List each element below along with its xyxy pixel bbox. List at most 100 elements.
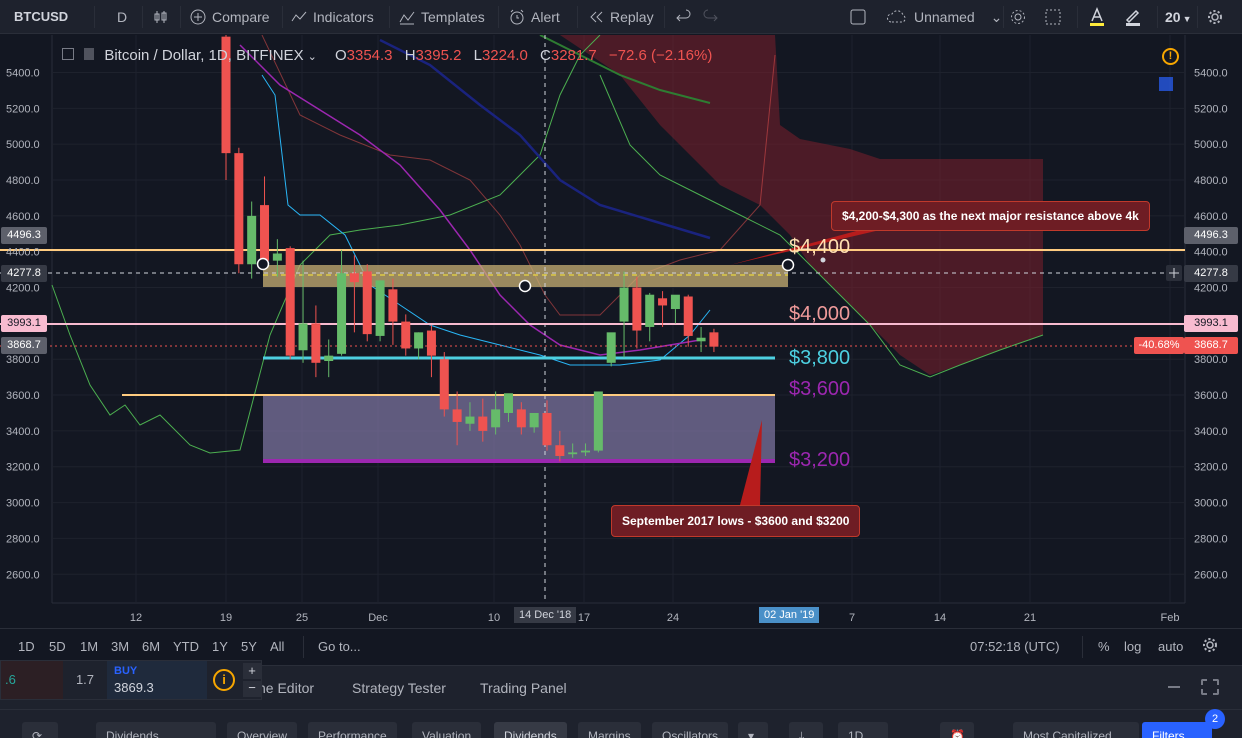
y-tick-label-right: 3600.0 bbox=[1194, 390, 1228, 402]
more-tabs-button[interactable]: ▾ bbox=[738, 722, 768, 738]
tab-performance[interactable]: Performance bbox=[308, 722, 397, 738]
tab-strategy-tester[interactable]: Strategy Tester bbox=[352, 680, 446, 696]
minus-icon[interactable]: − bbox=[243, 681, 261, 697]
select-area-icon bbox=[1045, 9, 1061, 25]
minimize-icon[interactable] bbox=[1168, 686, 1180, 688]
sell-value[interactable]: .6 bbox=[1, 661, 63, 699]
caret-down-icon: ▾ bbox=[748, 729, 755, 738]
dividends-select[interactable]: Dividends bbox=[96, 722, 216, 738]
range-1y[interactable]: 1Y bbox=[212, 639, 228, 654]
chart-area[interactable]: 5400.0 5200.0 5000.0 4800.0 4600.0 4400.0 4200… bbox=[0, 35, 1242, 627]
buy-price: 3869.3 bbox=[114, 680, 154, 695]
plus-icon[interactable]: + bbox=[243, 663, 261, 679]
auto-toggle[interactable]: auto bbox=[1158, 639, 1183, 654]
crosshair-plus-button[interactable] bbox=[1166, 265, 1182, 281]
label-4000[interactable]: $4,000 bbox=[789, 303, 850, 326]
tab-dividends[interactable]: Dividends bbox=[494, 722, 567, 738]
gear-icon[interactable] bbox=[1202, 637, 1218, 656]
alert-label: Alert bbox=[531, 9, 560, 25]
filters-label: Filters bbox=[1152, 729, 1185, 738]
open-label: O bbox=[334, 47, 347, 64]
conversion-line bbox=[261, 74, 711, 366]
candle-body bbox=[516, 409, 526, 428]
chart-type-button[interactable] bbox=[153, 0, 175, 34]
percent-toggle[interactable]: % bbox=[1098, 639, 1110, 654]
moving-average-magenta bbox=[239, 44, 701, 356]
rewind-icon bbox=[590, 11, 603, 23]
tab-trading-panel[interactable]: Trading Panel bbox=[480, 680, 567, 696]
replay-label: Replay bbox=[610, 9, 654, 25]
y-tick-label-right: 5400.0 bbox=[1194, 68, 1228, 80]
range-1d[interactable]: 1D bbox=[18, 639, 35, 654]
y-tick-label-left: 3800.0 bbox=[6, 354, 40, 366]
info-icon[interactable]: i bbox=[213, 669, 235, 691]
warning-icon[interactable]: ! bbox=[1162, 48, 1179, 65]
range-all[interactable]: All bbox=[270, 639, 284, 654]
high-value: 3395.2 bbox=[415, 47, 462, 64]
label-3600[interactable]: $3,600 bbox=[789, 378, 850, 401]
chart-settings-button[interactable] bbox=[1207, 0, 1229, 34]
us-flag-icon[interactable] bbox=[897, 722, 925, 738]
range-5y[interactable]: 5Y bbox=[241, 639, 257, 654]
divider bbox=[282, 6, 283, 28]
symbol-description[interactable]: Bitcoin / Dollar, 1D, BITFINEX bbox=[104, 47, 303, 64]
candle-body bbox=[658, 298, 668, 306]
alert-button[interactable]: Alert bbox=[509, 0, 560, 34]
symbol-search[interactable]: BTCUSD bbox=[14, 0, 68, 34]
range-3m[interactable]: 3M bbox=[111, 639, 129, 654]
alarm-button[interactable]: ⏰ bbox=[940, 722, 974, 738]
font-size-select[interactable]: 20 ▼ bbox=[1165, 0, 1192, 34]
tab-pine-editor[interactable]: ne Editor bbox=[258, 680, 314, 696]
drawing-handle[interactable] bbox=[781, 258, 795, 272]
drawing-handle[interactable] bbox=[518, 279, 532, 293]
label-4400[interactable]: $4,400 bbox=[789, 236, 850, 259]
replay-button[interactable]: Replay bbox=[588, 0, 654, 34]
redo-button[interactable] bbox=[702, 0, 724, 34]
range-ytd[interactable]: YTD bbox=[173, 639, 199, 654]
resistance-callout[interactable]: $4,200-$4,300 as the next major resistan… bbox=[831, 201, 1150, 231]
tab-margins[interactable]: Margins bbox=[578, 722, 641, 738]
data-window-icon[interactable] bbox=[1159, 77, 1173, 91]
compare-button[interactable]: Compare bbox=[190, 0, 270, 34]
divider bbox=[94, 6, 95, 28]
text-color-button[interactable] bbox=[1089, 0, 1111, 34]
refresh-button[interactable]: ⟳ bbox=[22, 722, 58, 738]
font-size-value: 20 bbox=[1165, 9, 1181, 25]
maximize-icon[interactable] bbox=[1201, 679, 1219, 695]
tab-overview[interactable]: Overview bbox=[227, 722, 298, 738]
label-3800[interactable]: $3,800 bbox=[789, 347, 850, 370]
tab-oscillators[interactable]: Oscillators bbox=[652, 722, 729, 738]
filters-button[interactable]: Filters bbox=[1142, 722, 1212, 738]
right-tag-4277: 4277.8 bbox=[1184, 265, 1238, 282]
indicators-button[interactable]: Indicators bbox=[291, 0, 374, 34]
range-5d[interactable]: 5D bbox=[49, 639, 66, 654]
label-3200[interactable]: $3,200 bbox=[789, 449, 850, 472]
expand-icon[interactable] bbox=[62, 48, 74, 61]
price-chart[interactable]: 5400.0 5200.0 5000.0 4800.0 4600.0 4400.0 4200… bbox=[0, 35, 1242, 627]
download-button[interactable]: ⤓ bbox=[789, 722, 823, 738]
candle-body bbox=[555, 445, 565, 456]
goto-button[interactable]: Go to... bbox=[318, 639, 361, 654]
divider bbox=[142, 6, 143, 28]
layout-button[interactable]: Unnamed ⌄ bbox=[886, 0, 1002, 34]
buy-button[interactable]: BUY 3869.3 bbox=[107, 661, 207, 699]
line-color-button[interactable] bbox=[1125, 0, 1147, 34]
interval-button[interactable]: D bbox=[117, 0, 127, 34]
fullscreen-button[interactable] bbox=[850, 0, 872, 34]
snapshot-button[interactable] bbox=[1045, 0, 1067, 34]
screener-toolbar: ⟳ Dividends Overview Performance Valuati… bbox=[0, 709, 1242, 738]
tab-valuation[interactable]: Valuation bbox=[412, 722, 482, 738]
interval-select[interactable]: 1D bbox=[838, 722, 888, 738]
lows-callout[interactable]: September 2017 lows - $3600 and $3200 bbox=[611, 505, 861, 537]
candle-body bbox=[478, 416, 488, 431]
range-1m[interactable]: 1M bbox=[80, 639, 98, 654]
templates-button[interactable]: Templates bbox=[399, 0, 485, 34]
drawing-handle[interactable] bbox=[256, 257, 270, 271]
range-6m[interactable]: 6M bbox=[142, 639, 160, 654]
utc-clock[interactable]: 07:52:18 (UTC) bbox=[970, 639, 1060, 654]
log-toggle[interactable]: log bbox=[1124, 639, 1141, 654]
settings-gear-button[interactable] bbox=[1010, 0, 1032, 34]
market-select[interactable]: Most Capitalized bbox=[1013, 722, 1139, 738]
undo-button[interactable] bbox=[676, 0, 698, 34]
market-select-label: Most Capitalized bbox=[1023, 729, 1112, 738]
